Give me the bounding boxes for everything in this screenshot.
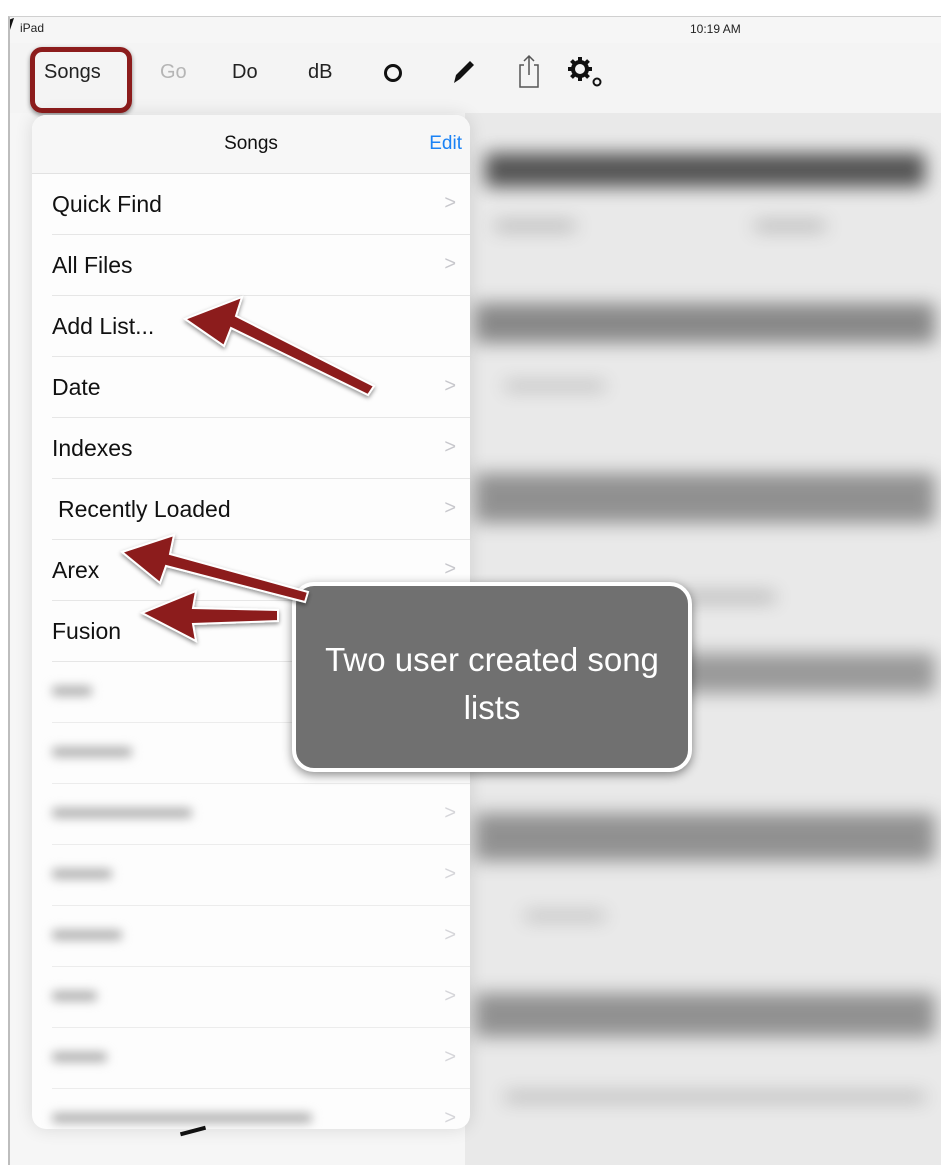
arrow-fusion	[139, 589, 279, 643]
annotation-arrows	[119, 295, 376, 643]
ipad-screen: iPad 10:19 AM Songs Go Do dB Songs Edit …	[8, 16, 941, 1165]
arrow-add-list	[182, 295, 376, 397]
arrow-arex	[119, 533, 310, 604]
